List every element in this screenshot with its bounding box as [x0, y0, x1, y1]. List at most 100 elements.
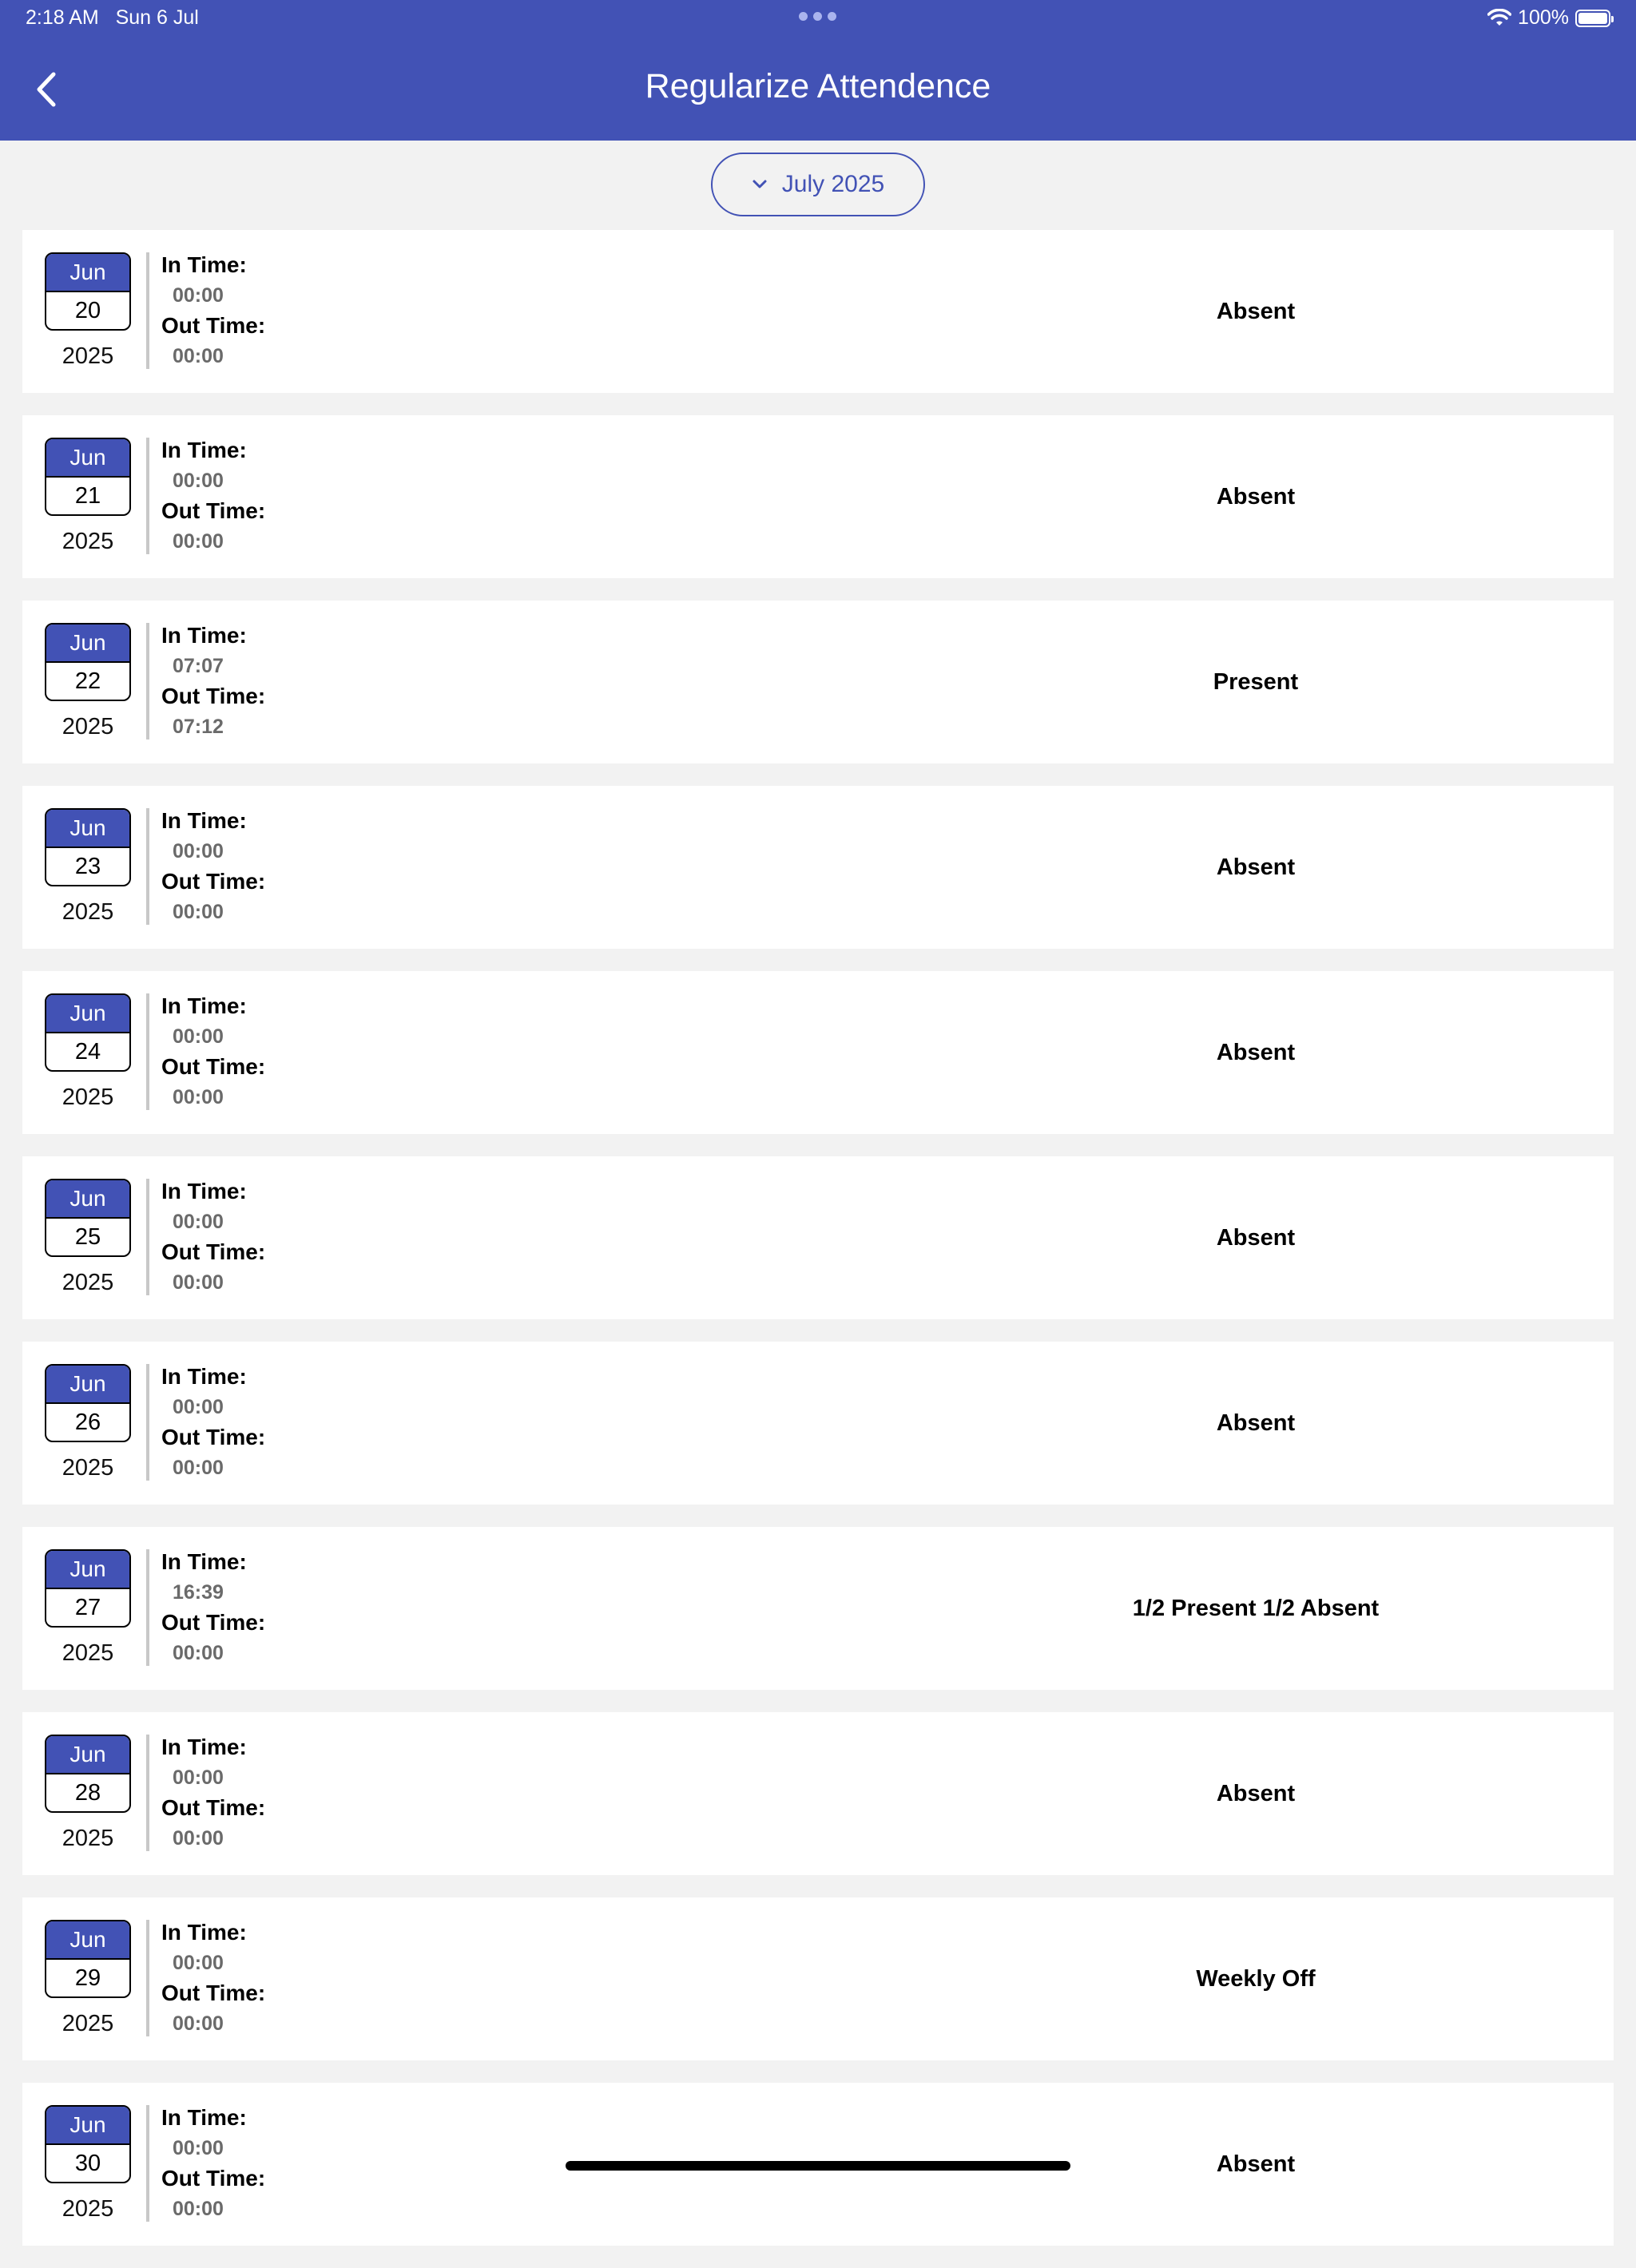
in-time-label: In Time: [161, 252, 247, 277]
home-indicator[interactable] [566, 2161, 1070, 2171]
date-month: Jun [46, 439, 129, 476]
calendar-date-icon: Jun 27 [45, 1549, 131, 1628]
out-time-value: 00:00 [173, 2012, 224, 2035]
date-month: Jun [46, 1921, 129, 1958]
calendar-date-icon: Jun 25 [45, 1179, 131, 1257]
out-time-label: Out Time: [161, 1981, 266, 2005]
in-time-value: 00:00 [173, 1396, 224, 1418]
attendance-row[interactable]: Jun 24 2025 In Time: 00:00 Out Time: 00:… [22, 971, 1614, 1134]
attendance-row[interactable]: Jun 21 2025 In Time: 00:00 Out Time: 00:… [22, 415, 1614, 578]
in-time-value: 00:00 [173, 840, 224, 862]
attendance-row[interactable]: Jun 22 2025 In Time: 07:07 Out Time: 07:… [22, 601, 1614, 763]
calendar-date-icon: Jun 28 [45, 1735, 131, 1813]
time-block: In Time: 07:07 Out Time: 07:12 [161, 621, 265, 743]
row-divider [146, 1364, 149, 1481]
date-day: 21 [46, 476, 129, 514]
time-block: In Time: 00:00 Out Time: 00:00 [161, 992, 265, 1113]
attendance-status: Absent [1216, 1039, 1296, 1065]
attendance-row[interactable]: Jun 26 2025 In Time: 00:00 Out Time: 00:… [22, 1342, 1614, 1505]
status-bar-time: 2:18 AM Sun 6 Jul [26, 6, 199, 30]
attendance-status: Absent [1216, 1224, 1296, 1251]
date-day: 24 [46, 1032, 129, 1070]
row-divider [146, 1920, 149, 2036]
attendance-list: Jun 20 2025 In Time: 00:00 Out Time: 00:… [22, 230, 1614, 2268]
out-time-label: Out Time: [161, 1054, 266, 1079]
date-year: 2025 [62, 343, 114, 369]
in-time-label: In Time: [161, 808, 247, 833]
out-time-label: Out Time: [161, 1795, 266, 1820]
in-time-label: In Time: [161, 623, 247, 648]
date-month: Jun [46, 995, 129, 1032]
date-year: 2025 [62, 1826, 114, 1851]
out-time-value: 00:00 [173, 530, 224, 553]
time-block: In Time: 00:00 Out Time: 00:00 [161, 1733, 265, 1854]
row-divider [146, 252, 149, 369]
calendar-date-icon: Jun 20 [45, 252, 131, 331]
multitasking-dots-icon[interactable] [799, 12, 837, 22]
row-divider [146, 438, 149, 554]
out-time-value: 00:00 [173, 1086, 224, 1108]
attendance-status: Absent [1216, 854, 1296, 880]
date-month: Jun [46, 2107, 129, 2143]
out-time-value: 00:00 [173, 345, 224, 367]
date-day: 29 [46, 1958, 129, 1996]
in-time-value: 00:00 [173, 1211, 224, 1233]
date-month: Jun [46, 1366, 129, 1402]
calendar-date-icon: Jun 29 [45, 1920, 131, 1998]
attendance-row[interactable]: Jun 28 2025 In Time: 00:00 Out Time: 00:… [22, 1712, 1614, 1875]
date-year: 2025 [62, 1270, 114, 1295]
wifi-icon [1487, 8, 1512, 26]
attendance-row[interactable]: Jun 27 2025 In Time: 16:39 Out Time: 00:… [22, 1527, 1614, 1690]
date-year: 2025 [62, 1084, 114, 1110]
in-time-label: In Time: [161, 993, 247, 1018]
attendance-row[interactable]: Jun 29 2025 In Time: 00:00 Out Time: 00:… [22, 1897, 1614, 2060]
out-time-value: 00:00 [173, 1642, 224, 1664]
in-time-label: In Time: [161, 2105, 247, 2130]
in-time-value: 00:00 [173, 1025, 224, 1048]
row-divider [146, 2105, 149, 2222]
date-day: 22 [46, 661, 129, 700]
date-month: Jun [46, 254, 129, 291]
row-divider [146, 808, 149, 925]
attendance-status: Absent [1216, 298, 1296, 324]
attendance-row[interactable]: Jun 20 2025 In Time: 00:00 Out Time: 00:… [22, 230, 1614, 393]
out-time-value: 00:00 [173, 1271, 224, 1294]
in-time-value: 16:39 [173, 1581, 224, 1604]
date-year: 2025 [62, 1640, 114, 1666]
time-block: In Time: 16:39 Out Time: 00:00 [161, 1548, 265, 1669]
date-day: 27 [46, 1588, 129, 1626]
out-time-value: 00:00 [173, 1827, 224, 1850]
row-divider [146, 1179, 149, 1295]
time-block: In Time: 00:00 Out Time: 00:00 [161, 436, 265, 557]
in-time-label: In Time: [161, 1179, 247, 1203]
calendar-date-icon: Jun 30 [45, 2105, 131, 2183]
date-year: 2025 [62, 2196, 114, 2222]
in-time-label: In Time: [161, 1364, 247, 1389]
date-month: Jun [46, 810, 129, 847]
date-year: 2025 [62, 899, 114, 925]
out-time-label: Out Time: [161, 1425, 266, 1449]
month-selector-button[interactable]: July 2025 [711, 153, 925, 216]
attendance-status: Absent [1216, 1780, 1296, 1806]
in-time-label: In Time: [161, 1549, 247, 1574]
date-day: 20 [46, 291, 129, 329]
time-block: In Time: 00:00 Out Time: 00:00 [161, 1918, 265, 2040]
in-time-value: 00:00 [173, 284, 224, 307]
row-divider [146, 1735, 149, 1851]
attendance-row[interactable]: Jun 25 2025 In Time: 00:00 Out Time: 00:… [22, 1156, 1614, 1319]
out-time-label: Out Time: [161, 313, 266, 338]
date-year: 2025 [62, 1455, 114, 1481]
in-time-label: In Time: [161, 1920, 247, 1945]
in-time-label: In Time: [161, 1735, 247, 1759]
status-bar-right: 100% [1487, 6, 1614, 30]
calendar-date-icon: Jun 26 [45, 1364, 131, 1442]
date-month: Jun [46, 624, 129, 661]
in-time-label: In Time: [161, 438, 247, 462]
attendance-status: 1/2 Present 1/2 Absent [1132, 1595, 1380, 1621]
time-block: In Time: 00:00 Out Time: 00:00 [161, 2103, 265, 2225]
out-time-value: 00:00 [173, 1457, 224, 1479]
in-time-value: 00:00 [173, 1952, 224, 1974]
attendance-row[interactable]: Jun 23 2025 In Time: 00:00 Out Time: 00:… [22, 786, 1614, 949]
out-time-label: Out Time: [161, 498, 266, 523]
date-day: 23 [46, 847, 129, 885]
